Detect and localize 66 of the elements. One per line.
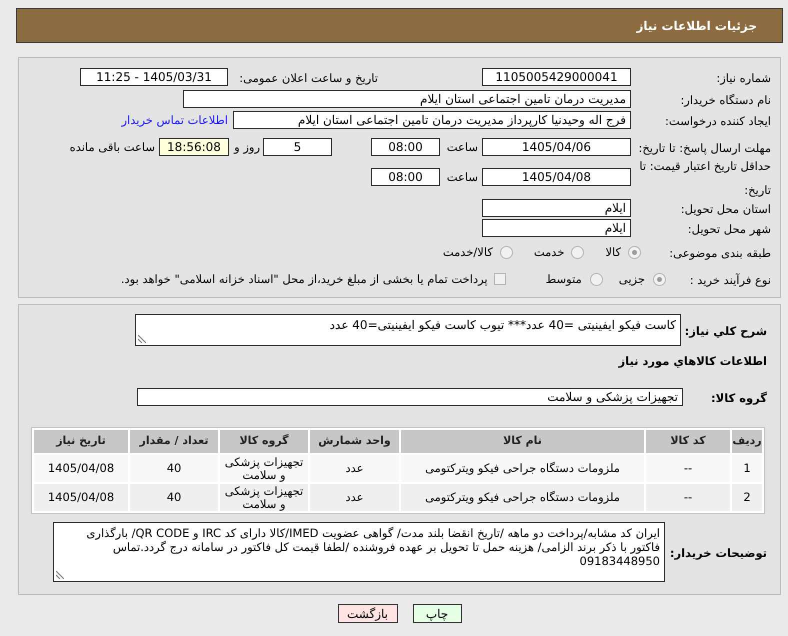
deadline-date-field[interactable]: 1405/04/06 bbox=[482, 138, 631, 156]
resize-grip-icon[interactable] bbox=[138, 335, 146, 343]
goods-group-field[interactable]: تجهیزات پزشکی و سلامت bbox=[137, 388, 683, 406]
option-label: کالا bbox=[605, 246, 621, 258]
column-header[interactable]: کد کالا bbox=[646, 430, 730, 453]
column-header[interactable]: ردیف bbox=[732, 430, 762, 453]
table-cell: 1405/04/08 bbox=[34, 484, 128, 511]
validity-date-field[interactable]: 1405/04/08 bbox=[482, 168, 631, 186]
field-label: تاریخ و ساعت اعلان عمومی: bbox=[239, 71, 378, 85]
table-cell: 40 bbox=[130, 484, 218, 511]
column-header[interactable]: گروه کالا bbox=[220, 430, 308, 453]
table-cell: تجهیزات پزشکی و سلامت bbox=[220, 484, 308, 511]
field-label: شرح کلي نياز: bbox=[684, 324, 767, 338]
section-title: اطلاعات کالاهاي مورد نياز bbox=[618, 355, 767, 368]
table-cell: ملزومات دستگاه جراحی فیکو ویترکتومی bbox=[401, 484, 644, 511]
validity-time-field[interactable]: 08:00 bbox=[371, 168, 440, 186]
field-label: مهلت ارسال پاسخ: تا تاریخ: bbox=[638, 141, 771, 155]
table-cell: 2 bbox=[732, 484, 762, 511]
contact-info-link[interactable]: اطلاعات تماس خریدار bbox=[121, 114, 228, 126]
days-label: روز و bbox=[234, 140, 260, 154]
table-cell: 1 bbox=[732, 455, 762, 482]
table-cell: تجهیزات پزشکی و سلامت bbox=[220, 455, 308, 482]
checkbox-label: پرداخت تمام یا بخشی از مبلغ خرید،از محل "اسناد خزانه اسلامی" خواهد بود. bbox=[120, 272, 488, 286]
description-field[interactable]: کاست فیکو ایفینیتی =40 عدد*** تیوب کاست فیکو ایفینیتی=40 عدد bbox=[135, 314, 681, 346]
field-label: طبقه بندی موضوعی: bbox=[669, 246, 771, 260]
remaining-time-field[interactable]: 18:56:08 bbox=[159, 138, 229, 156]
field-label: نام دستگاه خریدار: bbox=[680, 93, 771, 107]
time-label: ساعت bbox=[446, 170, 478, 184]
table-cell: 1405/04/08 bbox=[34, 455, 128, 482]
field-label: حداقل تاریخ اعتبار قیمت: تا تاریخ: bbox=[639, 159, 771, 197]
days-field[interactable]: 5 bbox=[263, 138, 332, 156]
province-field[interactable]: ایلام bbox=[482, 199, 631, 217]
field-label: نوع فرآیند خرید : bbox=[690, 273, 771, 287]
need-number-field[interactable]: 1105005429000041 bbox=[482, 68, 631, 86]
announcement-date-field[interactable]: 1405/03/31 - 11:25 bbox=[80, 68, 228, 86]
table-cell: 40 bbox=[130, 455, 218, 482]
column-header[interactable]: تعداد / مقدار bbox=[130, 430, 218, 453]
column-header[interactable]: تاریخ نیاز bbox=[34, 430, 128, 453]
page-title: جزئیات اطلاعات نیاز bbox=[636, 18, 757, 34]
table-cell: ملزومات دستگاه جراحی فیکو ویترکتومی bbox=[401, 455, 644, 482]
field-label: ایجاد کننده درخواست: bbox=[665, 114, 771, 128]
option-label: جزیی bbox=[618, 272, 645, 286]
option-label: متوسط bbox=[546, 272, 582, 286]
table-cell: -- bbox=[646, 484, 730, 511]
buyer-notes-field[interactable]: ایران کد مشابه/پرداخت دو ماهه /تاریخ انقضا بلند مدت/ گواهی عضویت IMED/کالا دارای کد IRC و QR CODE/ بارگذاری فاکتور با ذکر برند الزامی/ هزینه حمل تا تحویل بر عهده فروشنده /لطفا قیمت کل فاکتور در سامانه درج گردد.تماس 09183448950 bbox=[53, 522, 665, 582]
back-button[interactable]: بازگشت bbox=[338, 604, 398, 623]
option-label: کالا/خدمت bbox=[442, 246, 493, 258]
table-cell: عدد bbox=[310, 484, 399, 511]
field-label: توضیحات خریدار: bbox=[670, 546, 767, 560]
field-label: شهر محل تحویل: bbox=[688, 222, 771, 236]
column-header[interactable]: نام کالا bbox=[401, 430, 644, 453]
table-cell: عدد bbox=[310, 455, 399, 482]
remaining-label: ساعت باقی مانده bbox=[70, 140, 155, 154]
city-field[interactable]: ایلام bbox=[482, 219, 631, 237]
buyer-org-field[interactable]: مدیریت درمان تامین اجتماعی استان ایلام bbox=[183, 90, 631, 108]
field-label: شماره نیاز: bbox=[716, 71, 771, 85]
time-label: ساعت bbox=[446, 140, 478, 154]
requester-field[interactable]: فرج اله وحیدنیا کارپرداز مدیریت درمان تامین اجتماعی استان ایلام bbox=[233, 111, 631, 129]
field-label: استان محل تحویل: bbox=[680, 202, 771, 216]
resize-grip-icon[interactable] bbox=[56, 571, 64, 579]
field-label: گروه کالا: bbox=[711, 391, 767, 405]
print-button[interactable]: چاپ bbox=[412, 604, 462, 623]
table-cell: -- bbox=[646, 455, 730, 482]
option-label: خدمت bbox=[534, 246, 564, 258]
column-header[interactable]: واحد شمارش bbox=[310, 430, 399, 453]
deadline-time-field[interactable]: 08:00 bbox=[371, 138, 440, 156]
